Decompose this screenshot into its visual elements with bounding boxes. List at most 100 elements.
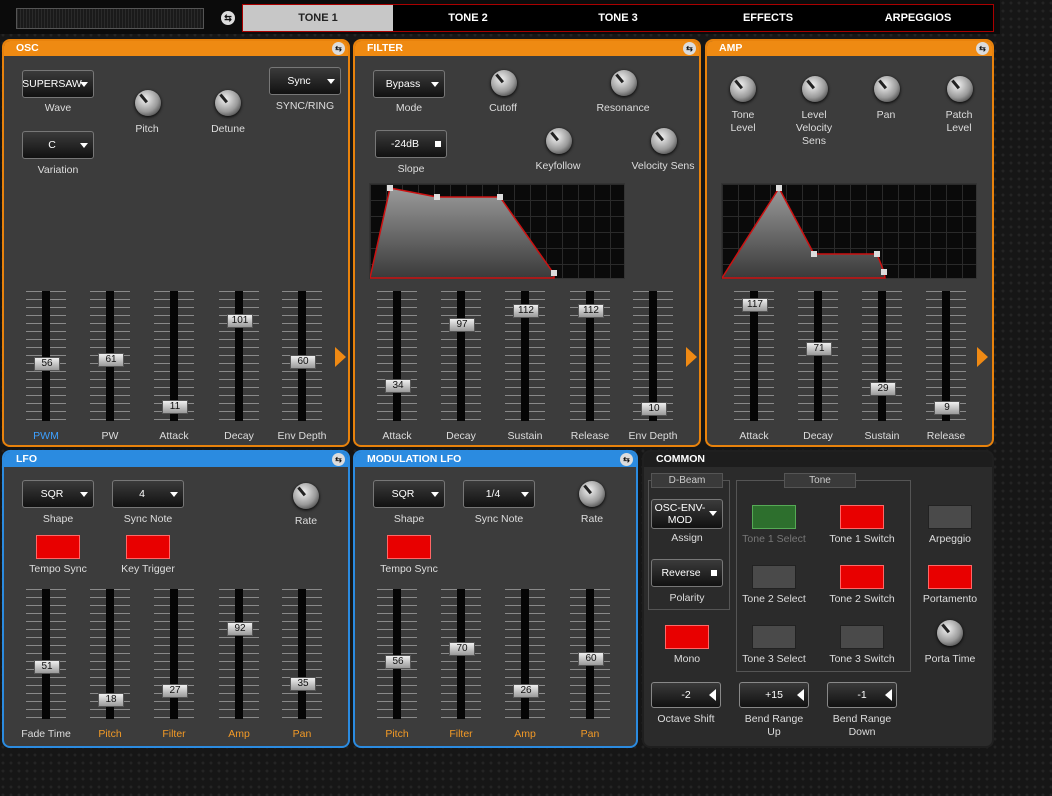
fader[interactable]: 71 — [798, 291, 838, 421]
lfo-sync-note-dropdown[interactable]: 4 — [112, 480, 184, 508]
bend-range-down-field[interactable]: -1 — [827, 682, 897, 708]
tab-tone1[interactable]: TONE 1 — [243, 5, 393, 31]
swap-icon[interactable]: ⇆ — [221, 11, 235, 25]
fader-handle[interactable]: 10 — [641, 402, 667, 416]
fader[interactable]: 112 — [570, 291, 610, 421]
fader-handle[interactable]: 56 — [34, 357, 60, 371]
fader[interactable]: 27 — [154, 589, 194, 719]
fader-handle[interactable]: 112 — [578, 304, 604, 318]
fader[interactable]: 29 — [862, 291, 902, 421]
portamento-button[interactable] — [928, 565, 972, 589]
fader[interactable]: 34 — [377, 291, 417, 421]
tab-effects[interactable]: EFFECTS — [693, 5, 843, 31]
bend-range-up-field[interactable]: +15 — [739, 682, 809, 708]
fader[interactable]: 11 — [154, 291, 194, 421]
cutoff-knob[interactable] — [491, 70, 517, 96]
fader-handle[interactable]: 51 — [34, 660, 60, 674]
dbeam-assign-dropdown[interactable]: OSC-ENV-MOD — [651, 499, 723, 529]
swap-icon[interactable]: ⇆ — [332, 41, 345, 55]
swap-icon[interactable]: ⇆ — [332, 452, 345, 466]
level-velocity-sens-knob[interactable] — [802, 76, 828, 102]
detune-knob[interactable] — [215, 90, 241, 116]
fader[interactable]: 18 — [90, 589, 130, 719]
velocity-sens-knob[interactable] — [651, 128, 677, 154]
porta-time-knob[interactable] — [937, 620, 963, 646]
swap-icon[interactable]: ⇆ — [683, 41, 696, 55]
tone-level-knob[interactable] — [730, 76, 756, 102]
modlfo-shape-dropdown[interactable]: SQR — [373, 480, 445, 508]
expand-arrow-icon[interactable] — [335, 347, 346, 367]
fader[interactable]: 101 — [219, 291, 259, 421]
slope-selector[interactable]: -24dB — [375, 130, 447, 158]
expand-arrow-icon[interactable] — [686, 347, 697, 367]
fader[interactable]: 70 — [441, 589, 481, 719]
fader-handle[interactable]: 71 — [806, 342, 832, 356]
dbeam-polarity-selector[interactable]: Reverse — [651, 559, 723, 587]
fader-handle[interactable]: 60 — [578, 652, 604, 666]
fader-handle[interactable]: 11 — [162, 400, 188, 414]
fader-handle[interactable]: 27 — [162, 684, 188, 698]
fader-handle[interactable]: 56 — [385, 655, 411, 669]
swap-icon[interactable]: ⇆ — [976, 41, 989, 55]
tone1-switch-button[interactable] — [840, 505, 884, 529]
fader[interactable]: 112 — [505, 291, 545, 421]
fader-handle[interactable]: 70 — [449, 642, 475, 656]
fader[interactable]: 10 — [633, 291, 673, 421]
tone3-select-button[interactable] — [752, 625, 796, 649]
fader-handle[interactable]: 18 — [98, 693, 124, 707]
fader[interactable]: 56 — [377, 589, 417, 719]
resonance-knob[interactable] — [611, 70, 637, 96]
amp-envelope-display[interactable] — [720, 183, 977, 279]
fader[interactable]: 97 — [441, 291, 481, 421]
fader[interactable]: 35 — [282, 589, 322, 719]
expand-arrow-icon[interactable] — [977, 347, 988, 367]
fader[interactable]: 61 — [90, 291, 130, 421]
fader[interactable]: 117 — [734, 291, 774, 421]
modlfo-rate-knob[interactable] — [579, 481, 605, 507]
fader[interactable]: 60 — [282, 291, 322, 421]
tone3-switch-button[interactable] — [840, 625, 884, 649]
fader[interactable]: 9 — [926, 291, 966, 421]
lfo-rate-knob[interactable] — [293, 483, 319, 509]
fader-handle[interactable]: 92 — [227, 622, 253, 636]
fader[interactable]: 26 — [505, 589, 545, 719]
modlfo-sync-note-dropdown[interactable]: 1/4 — [463, 480, 535, 508]
tone2-select-button[interactable] — [752, 565, 796, 589]
tab-tone3[interactable]: TONE 3 — [543, 5, 693, 31]
mode-dropdown[interactable]: Bypass — [373, 70, 445, 98]
octave-shift-field[interactable]: -2 — [651, 682, 721, 708]
tab-tone2[interactable]: TONE 2 — [393, 5, 543, 31]
fader-handle[interactable]: 34 — [385, 379, 411, 393]
fader-handle[interactable]: 9 — [934, 401, 960, 415]
lfo-shape-dropdown[interactable]: SQR — [22, 480, 94, 508]
fader-handle[interactable]: 97 — [449, 318, 475, 332]
modlfo-tempo-sync-button[interactable] — [387, 535, 431, 559]
tone1-select-button[interactable] — [752, 505, 796, 529]
fader-handle[interactable]: 26 — [513, 684, 539, 698]
fader-handle[interactable]: 35 — [290, 677, 316, 691]
mono-button[interactable] — [665, 625, 709, 649]
variation-dropdown[interactable]: C — [22, 131, 94, 159]
fader[interactable]: 56 — [26, 291, 66, 421]
sync-dropdown[interactable]: Sync — [269, 67, 341, 95]
lfo-key-trigger-button[interactable] — [126, 535, 170, 559]
wave-dropdown[interactable]: SUPERSAW — [22, 70, 94, 98]
fader[interactable]: 92 — [219, 589, 259, 719]
fader-handle[interactable]: 112 — [513, 304, 539, 318]
filter-envelope-display[interactable] — [369, 183, 625, 279]
tab-arpeggios[interactable]: ARPEGGIOS — [843, 5, 993, 31]
fader[interactable]: 51 — [26, 589, 66, 719]
arpeggio-button[interactable] — [928, 505, 972, 529]
keyfollow-knob[interactable] — [546, 128, 572, 154]
patch-level-knob[interactable] — [947, 76, 973, 102]
fader-handle[interactable]: 117 — [742, 298, 768, 312]
pitch-knob[interactable] — [135, 90, 161, 116]
swap-icon[interactable]: ⇆ — [620, 452, 633, 466]
fader[interactable]: 60 — [570, 589, 610, 719]
fader-handle[interactable]: 61 — [98, 353, 124, 367]
fader-handle[interactable]: 29 — [870, 382, 896, 396]
fader-handle[interactable]: 101 — [227, 314, 253, 328]
lfo-tempo-sync-button[interactable] — [36, 535, 80, 559]
fader-handle[interactable]: 60 — [290, 355, 316, 369]
pan-knob[interactable] — [874, 76, 900, 102]
